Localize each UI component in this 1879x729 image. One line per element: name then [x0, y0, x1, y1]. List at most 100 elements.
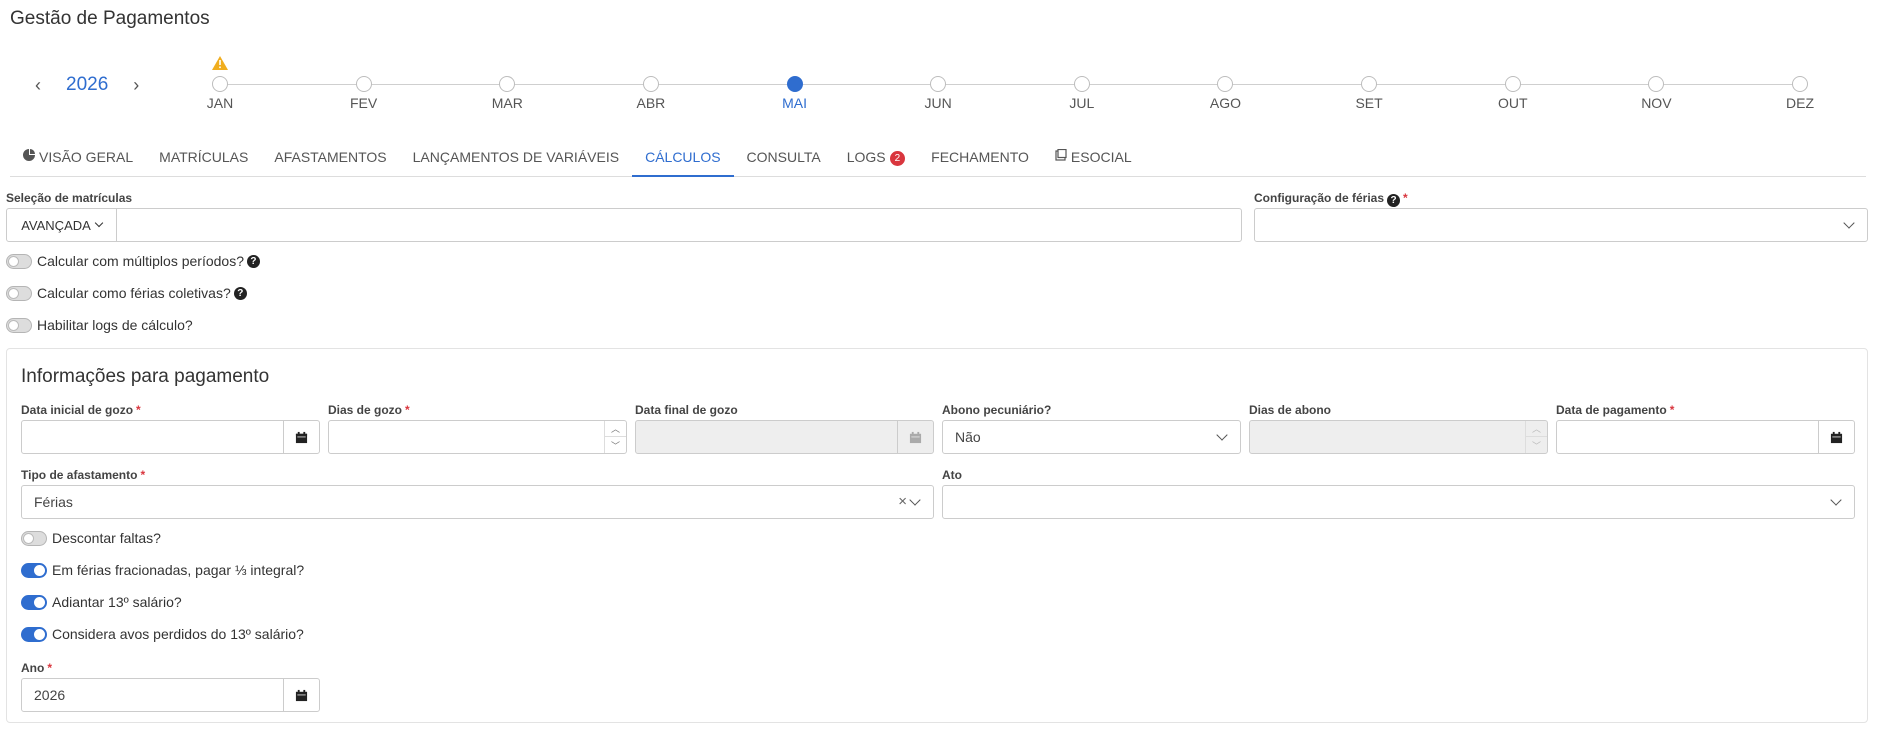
- month-dot: [355, 76, 372, 92]
- toggle-switch[interactable]: [6, 317, 32, 333]
- calendar-button[interactable]: [283, 421, 319, 453]
- calendar-icon: [295, 689, 308, 701]
- pecuniary-days-label: Dias de abono: [1249, 403, 1332, 417]
- month-dot: [642, 76, 659, 92]
- month-dot: [930, 76, 947, 92]
- stepper-up-icon: ︿: [1526, 421, 1547, 437]
- tab-label: CÁLCULOS: [645, 149, 721, 165]
- month-jul[interactable]: JUL: [1052, 76, 1112, 111]
- month-label: SET: [1355, 95, 1383, 111]
- toggle-switch[interactable]: [21, 626, 47, 642]
- tab-afastamentos[interactable]: AFASTAMENTOS: [261, 143, 399, 177]
- clear-icon[interactable]: ×: [898, 493, 907, 510]
- chevron-down-icon: [1216, 429, 1228, 441]
- calendar-icon: [295, 431, 308, 443]
- month-dot: [1217, 76, 1234, 92]
- start-date-input[interactable]: [21, 420, 320, 454]
- month-out[interactable]: OUT: [1483, 76, 1543, 111]
- month-label: ABR: [636, 95, 666, 111]
- tab-matrículas[interactable]: MATRÍCULAS: [146, 143, 261, 177]
- chevron-down-icon: [1843, 217, 1855, 229]
- tab-label: LANÇAMENTOS DE VARIÁVEIS: [412, 149, 620, 165]
- month-dez[interactable]: DEZ: [1770, 76, 1830, 111]
- calendar-button[interactable]: [1818, 421, 1854, 453]
- tab-label: AFASTAMENTOS: [274, 149, 387, 165]
- page-title: Gestão de Pagamentos: [10, 8, 210, 29]
- previous-year-button[interactable]: ‹: [30, 76, 46, 94]
- month-fev[interactable]: FEV: [334, 76, 394, 111]
- year-value[interactable]: 2026: [66, 74, 108, 96]
- tab-fechamento[interactable]: FECHAMENTO: [918, 143, 1042, 177]
- payment-date-input[interactable]: [1556, 420, 1855, 454]
- month-jun[interactable]: JUN: [908, 76, 968, 111]
- days-label: Dias de gozo *: [328, 403, 410, 417]
- tab-consulta[interactable]: CONSULTA: [734, 143, 834, 177]
- toggle-label: Habilitar logs de cálculo?: [37, 317, 193, 333]
- act-select[interactable]: [942, 485, 1855, 519]
- warning-icon: [212, 56, 228, 70]
- tab-label: MATRÍCULAS: [159, 149, 249, 165]
- days-input[interactable]: ︿ ﹀: [328, 420, 627, 454]
- tab-logs[interactable]: LOGS 2: [834, 143, 918, 177]
- month-dot: [499, 76, 516, 92]
- selection-mode-label: AVANÇADA: [21, 217, 91, 233]
- tab-visão-geral[interactable]: VISÃO GERAL: [10, 143, 146, 177]
- help-icon[interactable]: ?: [233, 286, 247, 300]
- esocial-icon: [1055, 149, 1067, 161]
- tab-esocial[interactable]: ESOCIAL: [1042, 143, 1145, 177]
- chevron-down-icon: [94, 218, 104, 228]
- days-stepper[interactable]: ︿ ﹀: [604, 421, 626, 453]
- help-icon[interactable]: ?: [1387, 194, 1401, 207]
- year-input[interactable]: 2026: [21, 678, 320, 712]
- leave-type-select[interactable]: Férias ×: [21, 485, 934, 519]
- tab-lançamentos-de-variáveis[interactable]: LANÇAMENTOS DE VARIÁVEIS: [400, 143, 632, 177]
- payment-info-title: Informações para pagamento: [21, 366, 270, 387]
- chevron-down-icon: [909, 494, 921, 506]
- month-label: JUL: [1069, 95, 1095, 111]
- toggle-label: Adiantar 13º salário?: [52, 594, 182, 610]
- pie-chart-icon: [23, 149, 35, 161]
- selection-input[interactable]: [116, 208, 1242, 242]
- month-label: MAR: [491, 95, 523, 111]
- payment-date-label: Data de pagamento *: [1556, 403, 1675, 417]
- option-toggle-1: Calcular com múltiplos períodos??: [6, 253, 260, 269]
- month-jan[interactable]: JAN: [190, 56, 250, 111]
- month-label: OUT: [1497, 95, 1528, 111]
- calendar-button[interactable]: [283, 679, 319, 711]
- selection-mode-dropdown[interactable]: AVANÇADA: [6, 208, 117, 242]
- month-set[interactable]: SET: [1339, 76, 1399, 111]
- month-dot: [1648, 76, 1665, 92]
- help-icon[interactable]: ?: [246, 254, 260, 268]
- month-abr[interactable]: ABR: [621, 76, 681, 111]
- tab-label: CONSULTA: [746, 149, 821, 165]
- payment-toggle-1: Descontar faltas?: [21, 530, 161, 546]
- month-ago[interactable]: AGO: [1195, 76, 1255, 111]
- month-nov[interactable]: NOV: [1626, 76, 1686, 111]
- month-label: MAI: [782, 95, 807, 111]
- pecuniary-select[interactable]: Não: [942, 420, 1241, 454]
- calendar-icon: [909, 431, 922, 443]
- toggle-label: Em férias fracionadas, pagar ⅓ integral?: [52, 562, 305, 578]
- toggle-switch[interactable]: [6, 285, 32, 301]
- next-year-button[interactable]: ›: [128, 76, 144, 94]
- pecuniary-days-input: ︿ ﹀: [1249, 420, 1548, 454]
- toggle-label: Calcular como férias coletivas?: [37, 285, 231, 301]
- month-label: FEV: [350, 95, 378, 111]
- chevron-down-icon: [1830, 494, 1842, 506]
- option-toggle-2: Calcular como férias coletivas??: [6, 285, 247, 301]
- toggle-switch[interactable]: [6, 253, 32, 269]
- vacation-config-select[interactable]: [1254, 208, 1868, 242]
- month-mar[interactable]: MAR: [477, 76, 537, 111]
- toggle-switch[interactable]: [21, 594, 47, 610]
- tab-cálculos[interactable]: CÁLCULOS: [632, 143, 734, 177]
- pecuniary-label: Abono pecuniário?: [942, 403, 1052, 417]
- timeline-line: [220, 84, 1800, 85]
- end-date-label: Data final de gozo: [635, 403, 738, 417]
- toggle-switch[interactable]: [21, 530, 47, 546]
- option-toggle-3: Habilitar logs de cálculo?: [6, 317, 193, 333]
- toggle-label: Calcular com múltiplos períodos?: [37, 253, 244, 269]
- month-mai[interactable]: MAI: [765, 76, 825, 111]
- toggle-switch[interactable]: [21, 562, 47, 578]
- toggle-label: Considera avos perdidos do 13º salário?: [52, 626, 304, 642]
- tab-label: FECHAMENTO: [931, 149, 1029, 165]
